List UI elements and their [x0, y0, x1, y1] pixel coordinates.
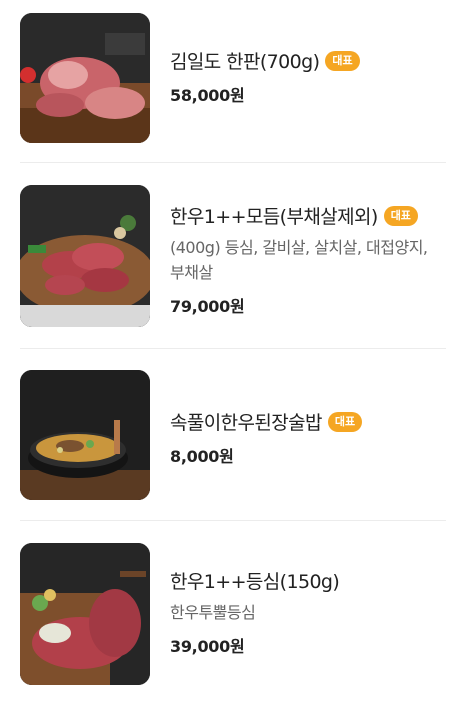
menu-item-photo — [20, 13, 150, 143]
menu-list: 김일도 한판(700g) 대표 58,000원 한우1++모듬(부채살제외) 대… — [0, 0, 466, 707]
menu-item-description: 한우투뿔등심 — [170, 603, 256, 622]
menu-item-price: 39,000원 — [170, 637, 245, 656]
signature-badge: 대표 — [325, 50, 360, 71]
menu-item-title: 한우1++등심(150g) — [170, 571, 340, 593]
menu-item-price: 79,000원 — [170, 297, 245, 316]
menu-item-photo — [20, 543, 150, 685]
menu-item[interactable]: 한우1++모듬(부채살제외) 대표 (400g) 등심, 갈비살, 살치살, 대… — [0, 163, 466, 349]
menu-item[interactable]: 속풀이한우된장술밥 대표 8,000원 — [0, 349, 466, 521]
signature-badge: 대표 — [383, 205, 418, 226]
menu-item[interactable]: 한우1++등심(150g) 한우투뿔등심 39,000원 — [0, 521, 466, 707]
menu-item-title: 한우1++모듬(부채살제외) — [170, 206, 378, 228]
menu-item[interactable]: 김일도 한판(700g) 대표 58,000원 — [0, 0, 466, 163]
menu-item-photo — [20, 370, 150, 500]
menu-item-title: 김일도 한판(700g) — [170, 51, 320, 73]
menu-item-photo — [20, 185, 150, 327]
menu-item-price: 58,000원 — [170, 86, 245, 105]
menu-item-description: (400g) 등심, 갈비살, 살치살, 대접양지, 부채살 — [170, 238, 428, 282]
signature-badge: 대표 — [327, 411, 363, 432]
menu-item-title: 속풀이한우된장술밥 — [170, 412, 323, 434]
menu-item-price: 8,000원 — [170, 447, 234, 466]
